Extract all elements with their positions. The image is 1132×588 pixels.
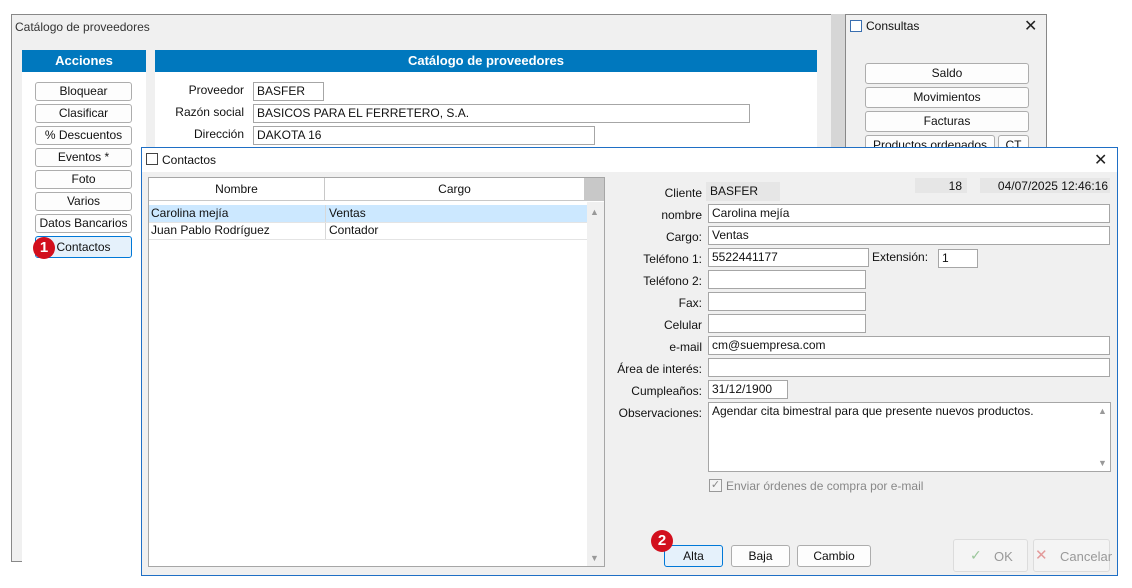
cargo-field[interactable]: Ventas [708,226,1110,245]
textarea-scroll-up-icon[interactable]: ▲ [1098,406,1107,416]
contactos-titlebar [142,148,1117,172]
grid-header-filler [584,178,604,201]
cumpleanos-field[interactable]: 31/12/1900 [708,380,788,399]
proveedor-label: Proveedor [188,83,244,97]
varios-button[interactable]: Varios [35,192,132,211]
proveedor-field[interactable]: BASFER [253,82,324,101]
baja-button[interactable]: Baja [731,545,790,567]
cancelar-button[interactable]: ✕ Cancelar [1033,539,1113,572]
email-field[interactable]: cm@suempresa.com [708,336,1110,355]
datos-bancarios-button[interactable]: Datos Bancarios [35,214,132,233]
telefono2-field[interactable] [708,270,866,289]
catalog-header: Catálogo de proveedores [155,50,817,72]
row-1-nombre[interactable]: Carolina mejía [151,206,228,220]
nombre-label: nombre [661,208,702,222]
telefono2-label: Teléfono 2: [643,274,702,288]
saldo-button[interactable]: Saldo [865,63,1029,84]
contactos-window-icon [146,153,158,165]
enviar-ordenes-checkbox[interactable]: ✓ [709,479,722,492]
main-scrollbar[interactable] [831,14,845,154]
clasificar-button[interactable]: Clasificar [35,104,132,123]
textarea-scroll-down-icon[interactable]: ▼ [1098,458,1107,468]
observaciones-label: Observaciones: [618,406,702,420]
cliente-label: Cliente [664,186,702,200]
scroll-up-icon[interactable]: ▲ [590,207,599,217]
ok-label: OK [994,549,1013,564]
extension-label: Extensión: [872,250,929,264]
razon-social-label: Razón social [175,105,244,119]
area-interes-field[interactable] [708,358,1110,377]
celular-label: Celular [663,318,702,332]
nombre-field[interactable]: Carolina mejía [708,204,1110,223]
eventos-button[interactable]: Eventos * [35,148,132,167]
row-divider [149,239,587,240]
email-label: e-mail [669,340,702,354]
cambio-button[interactable]: Cambio [797,545,871,567]
consultas-window-icon [850,20,862,32]
movimientos-button[interactable]: Movimientos [865,87,1029,108]
cliente-field: BASFER [706,182,780,201]
foto-button[interactable]: Foto [35,170,132,189]
direccion-field[interactable]: DAKOTA 16 [253,126,595,145]
direccion-label: Dirección [193,127,244,141]
consultas-window [845,14,1047,154]
contactos-close-icon[interactable]: ✕ [1094,150,1107,170]
grid-header-cargo[interactable]: Cargo [325,178,584,201]
row-2-nombre[interactable]: Juan Pablo Rodríguez [151,223,270,237]
acciones-header: Acciones [22,50,146,72]
step-badge-1: 1 [33,237,55,259]
razon-social-field[interactable]: BASICOS PARA EL FERRETERO, S.A. [253,104,750,123]
consultas-title: Consultas [866,19,920,33]
celular-field[interactable] [708,314,866,333]
alta-button[interactable]: Alta [664,545,723,567]
ok-button[interactable]: ✓ OK [953,539,1028,572]
enviar-ordenes-label: Enviar órdenes de compra por e-mail [726,479,924,493]
descuentos-button[interactable]: % Descuentos [35,126,132,145]
telefono1-label: Teléfono 1: [643,252,702,266]
fax-label: Fax: [678,296,702,310]
catalog-window-title: Catálogo de proveedores [15,20,150,34]
record-number: 18 [915,178,967,193]
scroll-down-icon[interactable]: ▼ [590,553,599,563]
telefono1-field[interactable]: 5522441177 [708,248,869,267]
area-interes-label: Área de interés: [617,362,702,376]
check-icon: ✓ [970,547,982,563]
cargo-label: Cargo: [665,230,702,244]
fax-field[interactable] [708,292,866,311]
contactos-title: Contactos [162,153,217,167]
cumpleanos-label: Cumpleaños: [631,384,702,398]
consultas-close-icon[interactable]: ✕ [1024,16,1037,36]
facturas-button[interactable]: Facturas [865,111,1029,132]
row-2-cargo[interactable]: Contador [329,223,378,237]
timestamp: 04/07/2025 12:46:16 [980,178,1110,193]
row-1-cargo[interactable]: Ventas [329,206,366,220]
extension-field[interactable]: 1 [938,249,978,268]
grid-scrollbar[interactable] [587,202,604,566]
grid-header-nombre[interactable]: Nombre [149,178,325,201]
observaciones-text: Agendar cita bimestral para que presente… [712,404,1034,418]
cancel-x-icon: ✕ [1035,547,1048,564]
step-badge-2: 2 [651,530,673,552]
bloquear-button[interactable]: Bloquear [35,82,132,101]
cancelar-label: Cancelar [1060,549,1113,564]
